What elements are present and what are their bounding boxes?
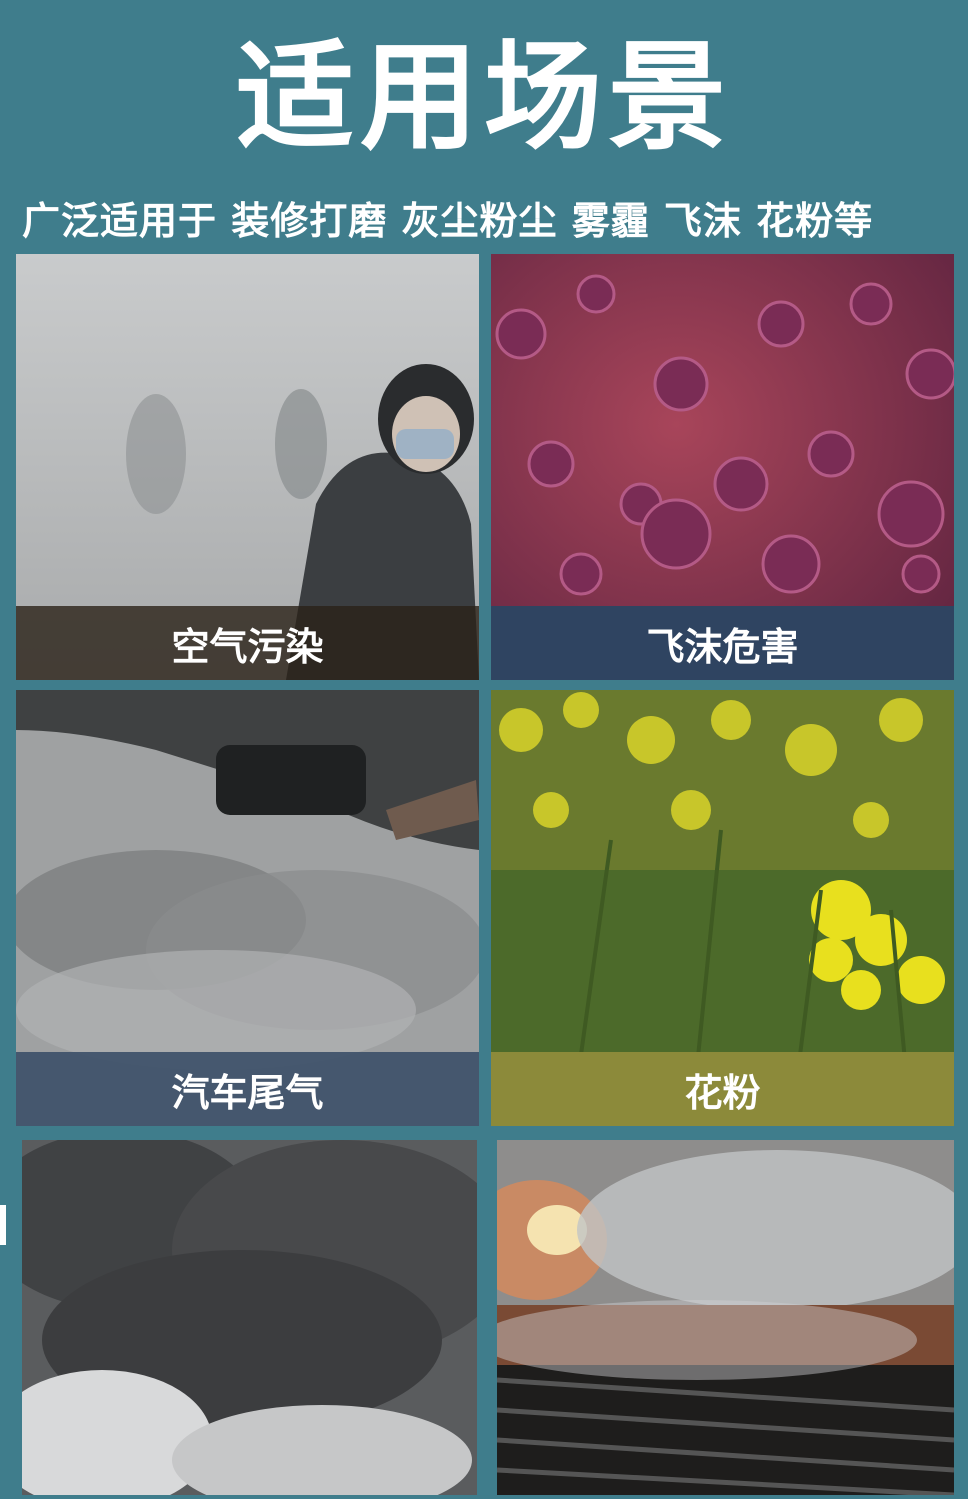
scene-droplet-hazard: 飞沫危害: [491, 254, 954, 680]
scenarios-page: 适用场景 广泛适用于 装修打磨 灰尘粉尘 雾霾 飞沫 花粉等 空气污染 飞沫危害…: [0, 0, 968, 1499]
edge-marker: [0, 1205, 6, 1245]
scene-caption: 飞沫危害: [646, 624, 799, 669]
barbecue-photo: [497, 1140, 954, 1495]
scene-car-exhaust: 汽车尾气: [16, 690, 479, 1126]
scene-caption: 花粉: [684, 1070, 761, 1115]
scene-pollen: 花粉: [491, 690, 954, 1126]
scene-barbecue-smoke: [497, 1140, 954, 1495]
page-title: 适用场景: [235, 28, 732, 166]
page-subtitle: 广泛适用于 装修打磨 灰尘粉尘 雾霾 飞沫 花粉等: [22, 199, 874, 243]
smoke-photo: [22, 1140, 477, 1495]
scene-industrial-smoke: [22, 1140, 477, 1495]
scene-air-pollution: 空气污染: [16, 254, 479, 680]
scene-caption: 空气污染: [171, 624, 324, 669]
scene-caption: 汽车尾气: [171, 1070, 324, 1115]
